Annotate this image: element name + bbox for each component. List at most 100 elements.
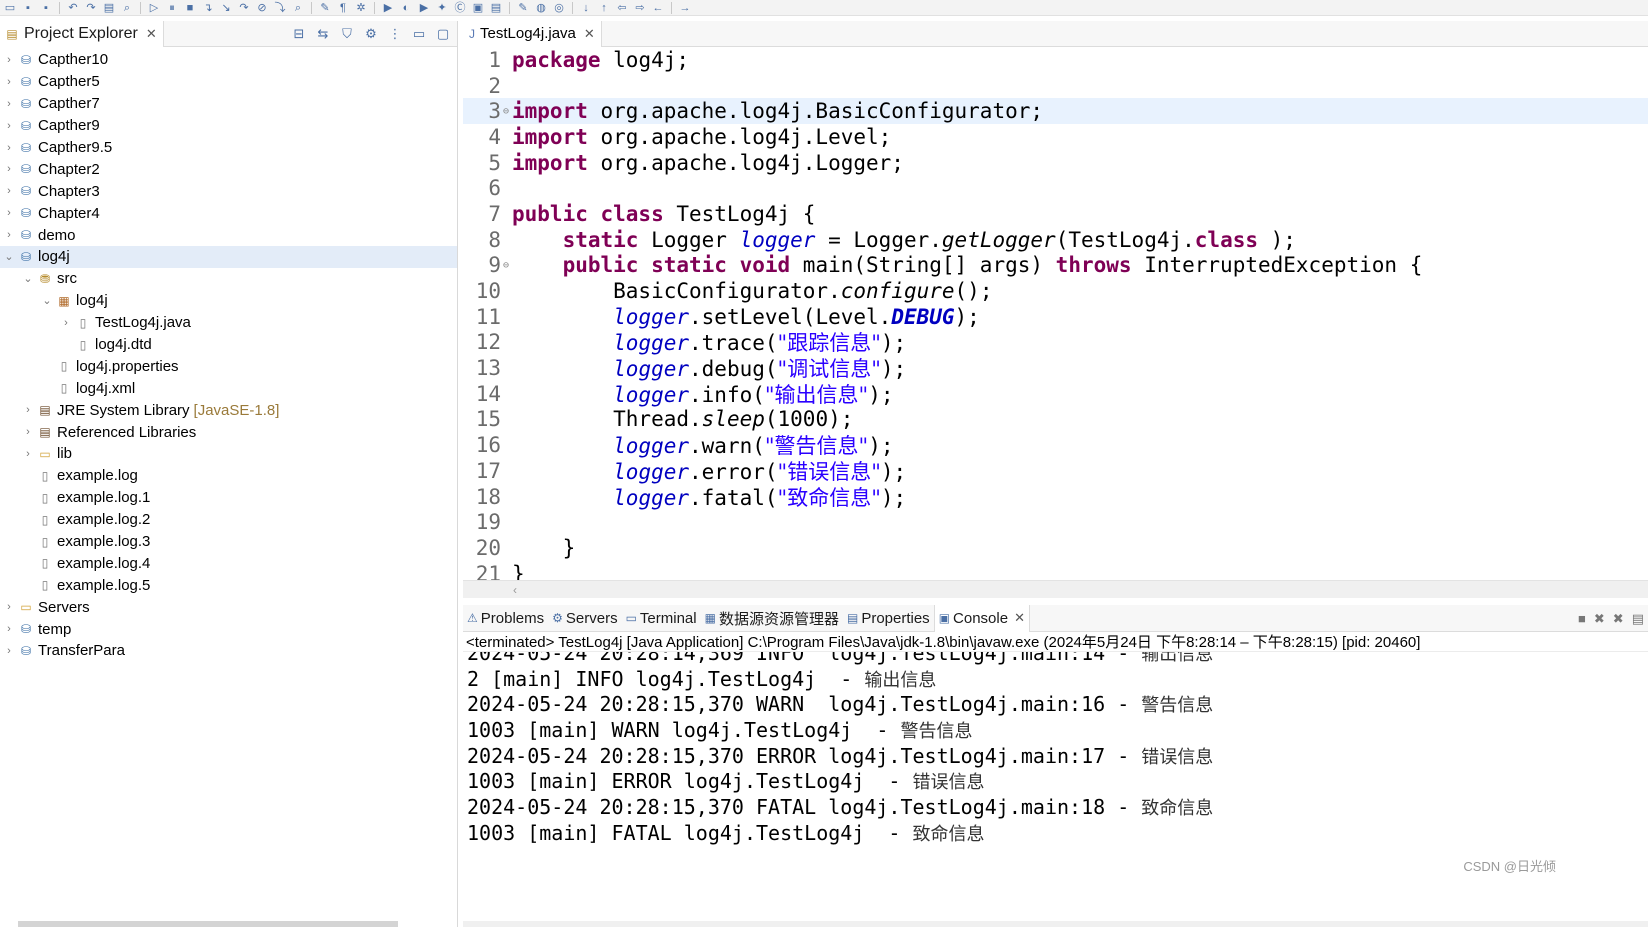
print-icon[interactable]: ▤: [101, 1, 117, 15]
collapse-all-icon[interactable]: ⊟: [291, 26, 307, 42]
undo-icon[interactable]: ↶: [65, 1, 81, 15]
link-with-editor-icon[interactable]: ⇆: [315, 26, 331, 42]
code-line[interactable]: 21}: [463, 561, 1648, 580]
horizontal-scrollbar[interactable]: [18, 921, 398, 927]
step-icon[interactable]: ↴: [200, 1, 216, 15]
terminate-icon[interactable]: ⊘: [254, 1, 270, 15]
console-bottom-scrollbar[interactable]: [463, 921, 1648, 927]
tab-problems[interactable]: ⚠ Problems: [463, 605, 548, 632]
collapse-icon[interactable]: ›: [2, 229, 16, 241]
new-icon[interactable]: ▭: [2, 1, 18, 15]
tree-item[interactable]: › ⛁ Capther7: [0, 93, 457, 115]
collapse-icon[interactable]: ›: [2, 185, 16, 197]
run-icon[interactable]: ▶: [380, 1, 396, 15]
sync-icon[interactable]: ⚙: [363, 26, 379, 42]
tree-item[interactable]: › ⛁ Chapter4: [0, 202, 457, 224]
collapse-icon[interactable]: ›: [2, 207, 16, 219]
stop-icon[interactable]: ■: [182, 1, 198, 15]
maximize-icon[interactable]: →: [677, 1, 693, 15]
code-line[interactable]: 17 logger.error("错误信息");: [463, 458, 1648, 484]
filter-icon[interactable]: ⛉: [339, 26, 355, 42]
coverage-icon[interactable]: ◐: [398, 1, 414, 15]
paragraph-icon[interactable]: ¶: [335, 1, 351, 15]
collapse-icon[interactable]: ›: [2, 163, 16, 175]
tree-item[interactable]: ▯ example.log.5: [0, 574, 457, 596]
collapse-icon[interactable]: ›: [2, 54, 16, 66]
collapse-icon[interactable]: ›: [59, 317, 73, 329]
debug-run-icon[interactable]: ▷: [146, 1, 162, 15]
code-line[interactable]: 14 logger.info("输出信息");: [463, 381, 1648, 407]
nav-back-icon[interactable]: ⇨: [632, 1, 648, 15]
code-line[interactable]: 20 }: [463, 535, 1648, 561]
code-line[interactable]: 7 public class TestLog4j {: [463, 201, 1648, 227]
tree-item[interactable]: › ⛁ Capther10: [0, 49, 457, 71]
pen-icon[interactable]: ▤: [488, 1, 504, 15]
editor-horizontal-scrollbar[interactable]: ‹: [463, 580, 1648, 598]
remove-all-icon[interactable]: ✖: [1613, 611, 1624, 627]
collapse-icon[interactable]: ›: [21, 404, 35, 416]
tree-item[interactable]: › ▯ TestLog4j.java: [0, 312, 457, 334]
tab-servers[interactable]: ⚙ Servers: [548, 605, 621, 632]
terminate-icon[interactable]: ■: [1578, 611, 1586, 626]
collapse-icon[interactable]: ›: [21, 448, 35, 460]
save-all-icon[interactable]: ▪: [38, 1, 54, 15]
tree-item[interactable]: › ▭ lib: [0, 443, 457, 465]
code-line[interactable]: 1 package log4j;: [463, 47, 1648, 73]
scroll-lock-icon[interactable]: ▤: [1632, 611, 1644, 627]
collapse-icon[interactable]: ›: [21, 426, 35, 438]
code-line[interactable]: 4 import org.apache.log4j.Level;: [463, 124, 1648, 150]
tree-item[interactable]: ▯ log4j.dtd: [0, 334, 457, 356]
code-line[interactable]: 10 BasicConfigurator.configure();: [463, 278, 1648, 304]
fold-icon[interactable]: ⊖: [501, 260, 511, 271]
code-area[interactable]: 1 package log4j; 2 3 ⊖ import org.apache.log4…: [463, 47, 1648, 580]
code-line[interactable]: 19: [463, 509, 1648, 535]
tree-item[interactable]: ▯ example.log: [0, 465, 457, 487]
tree-item[interactable]: › ⛁ Capther5: [0, 71, 457, 93]
back-icon[interactable]: ↑: [596, 1, 612, 15]
tree-item[interactable]: › ▤ Referenced Libraries: [0, 421, 457, 443]
open-folder-icon[interactable]: ▣: [470, 1, 486, 15]
collapse-icon[interactable]: ›: [2, 623, 16, 635]
tree-item[interactable]: ▯ log4j.properties: [0, 355, 457, 377]
collapse-icon[interactable]: ›: [2, 142, 16, 154]
tree-item[interactable]: › ▤ JRE System Library [JavaSE-1.8]: [0, 399, 457, 421]
code-line[interactable]: 12 logger.trace("跟踪信息");: [463, 330, 1648, 355]
web-icon[interactable]: ◍: [533, 1, 549, 15]
minimize-icon[interactable]: ▭: [411, 26, 427, 42]
save-icon[interactable]: ▪: [20, 1, 36, 15]
collapse-icon[interactable]: ›: [2, 645, 16, 657]
up-arrow-icon[interactable]: ↓: [578, 1, 594, 15]
tab-properties[interactable]: ▤ Properties: [843, 605, 934, 632]
expand-icon[interactable]: ⌄: [2, 250, 16, 263]
tab-testlog4j-java[interactable]: J TestLog4j.java ✕: [463, 20, 602, 47]
fold-icon[interactable]: ⊖: [501, 106, 511, 117]
tree-item[interactable]: › ⛁ Capther9: [0, 115, 457, 137]
code-line[interactable]: 11 logger.setLevel(Level.DEBUG);: [463, 304, 1648, 330]
code-line[interactable]: 16 logger.warn("警告信息");: [463, 432, 1648, 458]
tree-item[interactable]: › ⛁ Chapter2: [0, 158, 457, 180]
tree-item[interactable]: ▯ log4j.xml: [0, 377, 457, 399]
tree-item[interactable]: ⌄ ⛁ log4j: [0, 246, 457, 268]
tab-terminal[interactable]: ▭ Terminal: [622, 605, 701, 632]
step-over-icon[interactable]: ↷: [236, 1, 252, 15]
down-arrow-icon[interactable]: ◎: [551, 1, 567, 15]
tree-item[interactable]: › ⛁ Chapter3: [0, 180, 457, 202]
globe-icon[interactable]: ✎: [515, 1, 531, 15]
step-into-icon[interactable]: ↘: [218, 1, 234, 15]
close-icon[interactable]: ✕: [1014, 610, 1025, 626]
tree-item[interactable]: › ▭ Servers: [0, 596, 457, 618]
expand-icon[interactable]: ⌄: [40, 294, 54, 307]
nav-forward-icon[interactable]: ←: [650, 1, 666, 15]
external-tools-icon[interactable]: ▶: [416, 1, 432, 15]
close-icon[interactable]: ✕: [584, 26, 595, 42]
code-line[interactable]: 9 ⊖ public static void main(String[] args…: [463, 253, 1648, 279]
tree-item[interactable]: ▯ example.log.3: [0, 531, 457, 553]
tree-item[interactable]: ⌄ ⛃ src: [0, 268, 457, 290]
redo-icon[interactable]: ↷: [83, 1, 99, 15]
new-class-icon[interactable]: Ⓒ: [452, 1, 468, 15]
code-line[interactable]: 2: [463, 73, 1648, 99]
tree-item[interactable]: ⌄ ▦ log4j: [0, 290, 457, 312]
tab-datasource[interactable]: ▦ 数据源资源管理器: [701, 605, 843, 632]
view-menu-icon[interactable]: ⋮: [387, 26, 403, 42]
collapse-icon[interactable]: ›: [2, 601, 16, 613]
